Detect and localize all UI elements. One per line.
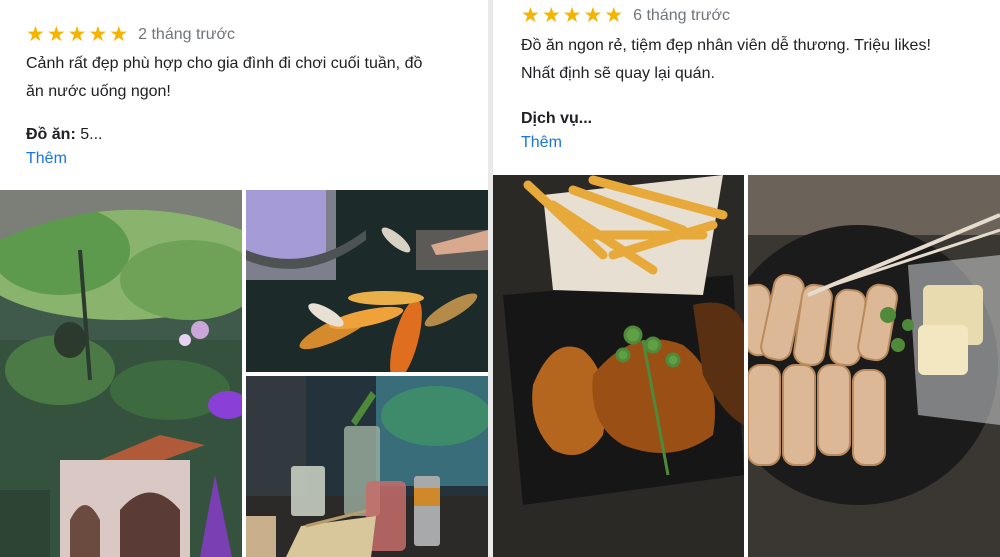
chicken-fries-image: [493, 175, 744, 557]
star-icon: ★: [67, 23, 87, 46]
aspect-value: 5...: [80, 126, 103, 143]
review-text-line: ăn nước uống ngon!: [26, 83, 171, 100]
star-icon: ★: [88, 23, 108, 46]
more-link[interactable]: Thêm: [26, 150, 67, 168]
more-link[interactable]: Thêm: [521, 134, 562, 152]
rating-stars: ★ ★ ★ ★ ★ 6 tháng trước: [521, 5, 730, 26]
star-icon: ★: [541, 4, 561, 27]
star-icon: ★: [521, 4, 540, 27]
review-card: ★ ★ ★ ★ ★ 6 tháng trước Đồ ăn ngon rẻ, t…: [493, 0, 1000, 557]
garden-terrace-image: [0, 190, 242, 557]
star-icon: ★: [109, 23, 129, 46]
aspect-rating: Dịch vụ...: [521, 110, 592, 128]
star-icon: ★: [562, 4, 582, 27]
koi-pond-image: [246, 190, 488, 372]
review-text: Đồ ăn ngon rẻ, tiệm đẹp nhân viên dễ thư…: [521, 32, 991, 88]
review-text-line: Đồ ăn ngon rẻ, tiệm đẹp nhân viên dễ thư…: [521, 37, 931, 54]
review-photo-garden-terrace[interactable]: [0, 190, 242, 557]
star-icon: ★: [26, 23, 45, 46]
spring-rolls-image: [748, 175, 1000, 557]
review-photo-koi-pond[interactable]: [246, 190, 488, 372]
star-icon: ★: [583, 4, 603, 27]
star-icon: ★: [46, 23, 66, 46]
aspect-label: Dịch vụ...: [521, 110, 593, 127]
aspect-rating: Đồ ăn: 5...: [26, 126, 102, 144]
review-text-line: Nhất định sẽ quay lại quán.: [521, 65, 715, 82]
review-text-line: Cảnh rất đẹp phù hợp cho gia đình đi chơ…: [26, 55, 423, 72]
review-text: Cảnh rất đẹp phù hợp cho gia đình đi chơ…: [26, 50, 476, 106]
drinks-table-image: [246, 376, 488, 557]
review-photo-spring-rolls[interactable]: [748, 175, 1000, 557]
review-photo-drinks-table[interactable]: [246, 376, 488, 557]
star-icon: ★: [604, 4, 624, 27]
rating-stars: ★ ★ ★ ★ ★ 2 tháng trước: [26, 24, 235, 45]
review-date: 2 tháng trước: [138, 25, 235, 43]
review-photo-chicken-fries[interactable]: [493, 175, 744, 557]
aspect-label: Đồ ăn:: [26, 126, 76, 143]
review-date: 6 tháng trước: [633, 6, 730, 24]
review-card: ★ ★ ★ ★ ★ 2 tháng trước Cảnh rất đẹp phù…: [0, 0, 488, 557]
